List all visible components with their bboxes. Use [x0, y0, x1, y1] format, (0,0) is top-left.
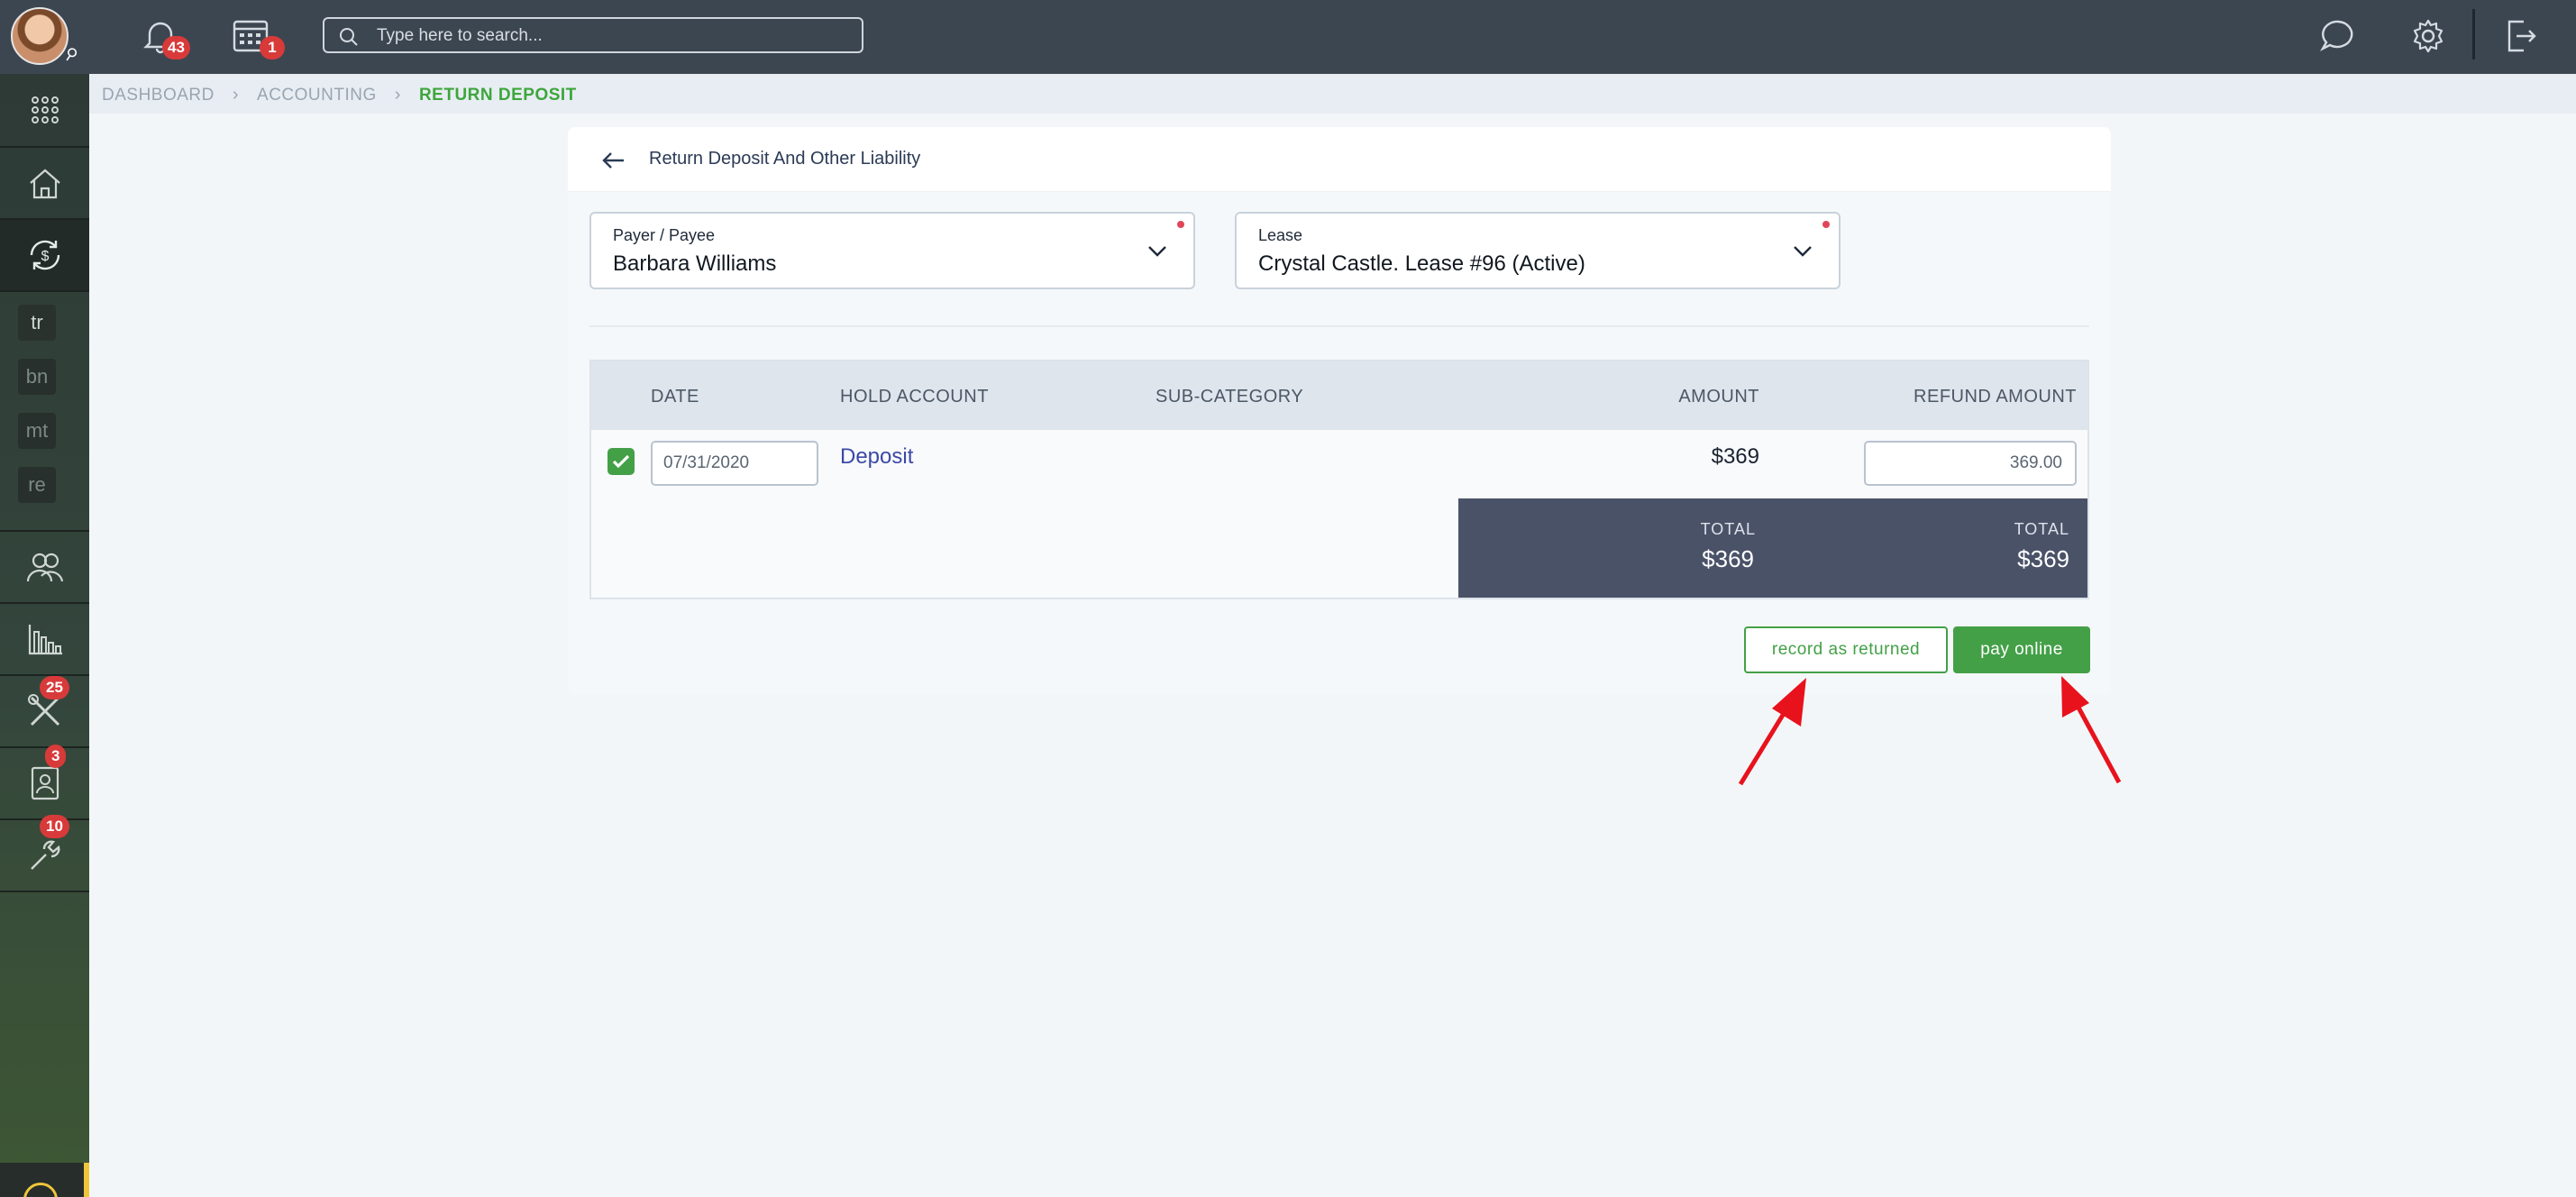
card-body: Payer / Payee Barbara Williams Lease Cry… — [568, 192, 2111, 695]
record-as-returned-button[interactable]: record as returned — [1744, 626, 1948, 673]
breadcrumb-dashboard[interactable]: DASHBOARD — [102, 86, 215, 105]
amount-value: $369 — [1711, 444, 1759, 469]
section-divider — [589, 325, 2089, 327]
sidebar-people-icon[interactable] — [0, 532, 89, 602]
settings-gear-icon[interactable] — [2408, 18, 2448, 54]
maintenance-badge: 25 — [40, 676, 69, 699]
total-amount-label: TOTAL — [1700, 520, 1756, 538]
total-refund-value: $369 — [2017, 545, 2069, 572]
top-bar: ⚲ 43 1 — [0, 0, 2576, 74]
breadcrumb-accounting[interactable]: ACCOUNTING — [257, 86, 377, 105]
required-indicator — [1822, 221, 1830, 228]
user-avatar[interactable] — [11, 7, 69, 65]
search-box[interactable] — [323, 17, 863, 53]
payer-payee-value: Barbara Williams — [613, 251, 777, 276]
contacts-badge: 3 — [45, 745, 67, 768]
topbar-divider — [2472, 9, 2475, 59]
return-deposit-card: Return Deposit And Other Liability Payer… — [568, 127, 2111, 695]
column-hold-account[interactable]: HOLD ACCOUNT — [840, 387, 989, 407]
payer-payee-label: Payer / Payee — [613, 226, 716, 244]
sidebar-divider — [0, 290, 89, 292]
chevron-down-icon — [1794, 246, 1812, 257]
payer-payee-select[interactable]: Payer / Payee Barbara Williams — [589, 212, 1195, 289]
sidebar-shortcut-tr[interactable]: tr — [18, 305, 56, 341]
search-icon — [340, 28, 358, 46]
chat-icon[interactable] — [2318, 18, 2358, 54]
sidebar: $ tr bn mt re 25 3 10 — [0, 74, 89, 1197]
sidebar-accounting-icon[interactable]: $ — [0, 220, 89, 290]
pay-online-button[interactable]: pay online — [1953, 626, 2090, 673]
tools-badge: 10 — [40, 815, 69, 838]
lease-select[interactable]: Lease Crystal Castle. Lease #96 (Active) — [1235, 212, 1841, 289]
notifications-badge: 43 — [162, 36, 190, 59]
chevron-down-icon — [1148, 246, 1166, 257]
sidebar-properties-house-icon[interactable] — [0, 148, 89, 218]
back-arrow-icon[interactable] — [600, 147, 627, 178]
sidebar-shortcut-bn[interactable]: bn — [18, 359, 56, 395]
column-sub-category[interactable]: SUB-CATEGORY — [1156, 387, 1303, 407]
totals-panel: TOTAL $369 TOTAL $369 — [1458, 498, 2087, 598]
svg-text:$: $ — [41, 249, 49, 264]
chevron-right-icon: › — [232, 85, 240, 105]
sidebar-divider — [0, 891, 89, 892]
required-indicator — [1177, 221, 1184, 228]
lease-value: Crystal Castle. Lease #96 (Active) — [1258, 251, 1585, 276]
checkmark-icon — [612, 454, 630, 469]
table-header: DATE HOLD ACCOUNT SUB-CATEGORY AMOUNT RE… — [591, 361, 2087, 430]
breadcrumb: DASHBOARD › ACCOUNTING › RETURN DEPOSIT — [102, 85, 577, 105]
row-checkbox[interactable] — [607, 448, 635, 475]
breadcrumb-bar: DASHBOARD › ACCOUNTING › RETURN DEPOSIT — [89, 74, 2576, 114]
column-amount[interactable]: AMOUNT — [1678, 387, 1759, 407]
date-input[interactable]: 07/31/2020 — [651, 441, 818, 486]
total-amount-value: $369 — [1702, 545, 1754, 572]
column-refund-amount[interactable]: REFUND AMOUNT — [1914, 387, 2077, 407]
calendar-badge: 1 — [260, 36, 285, 59]
card-header: Return Deposit And Other Liability — [568, 127, 2111, 192]
sidebar-reports-chart-icon[interactable] — [0, 604, 89, 674]
column-date[interactable]: DATE — [651, 387, 699, 407]
logout-icon[interactable] — [2502, 18, 2542, 54]
deposit-table: DATE HOLD ACCOUNT SUB-CATEGORY AMOUNT RE… — [589, 360, 2089, 599]
page-title: Return Deposit And Other Liability — [649, 149, 921, 169]
sidebar-shortcut-mt[interactable]: mt — [18, 413, 56, 449]
sidebar-accent-bar — [84, 1163, 89, 1197]
search-input[interactable] — [377, 24, 845, 48]
sidebar-shortcut-re[interactable]: re — [18, 467, 56, 503]
sidebar-apps-grid-icon[interactable] — [0, 74, 89, 146]
help-circle-icon — [23, 1183, 58, 1197]
hold-account-link[interactable]: Deposit — [840, 444, 913, 470]
refund-amount-input[interactable]: 369.00 — [1864, 441, 2077, 486]
sidebar-help-button[interactable] — [0, 1163, 89, 1197]
total-refund-label: TOTAL — [2014, 520, 2069, 538]
notifications-bell-icon[interactable]: 43 — [141, 18, 190, 59]
chevron-right-icon: › — [394, 85, 401, 105]
lease-label: Lease — [1258, 226, 1303, 244]
breadcrumb-current: RETURN DEPOSIT — [418, 85, 577, 105]
calendar-icon[interactable]: 1 — [231, 18, 285, 59]
